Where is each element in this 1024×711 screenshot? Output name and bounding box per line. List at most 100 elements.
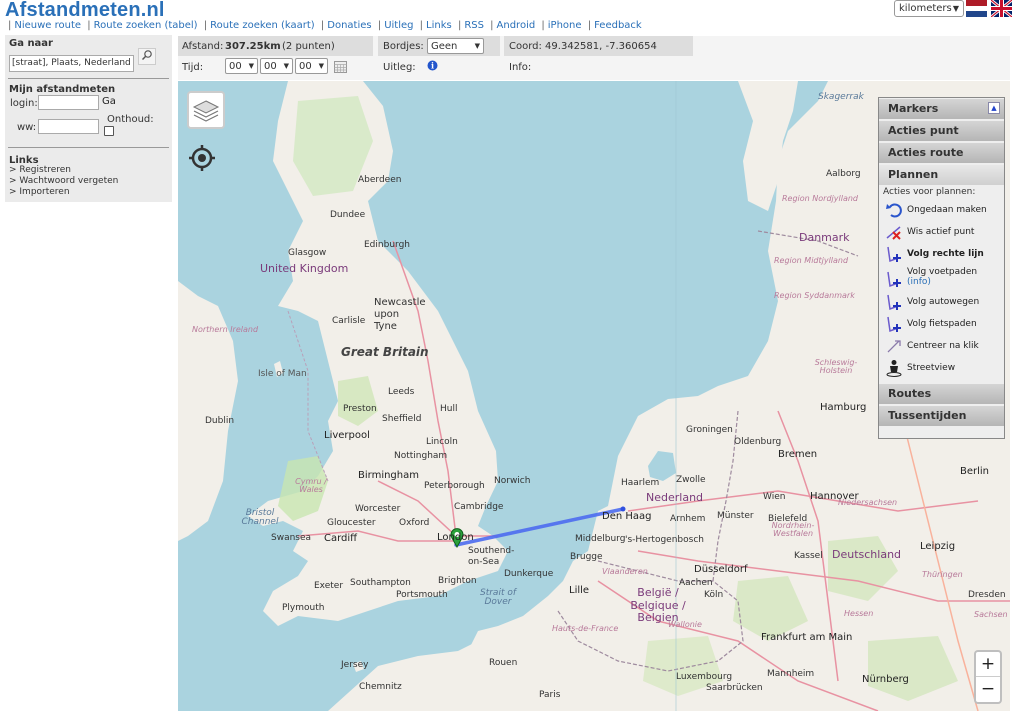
map-label: Danmark bbox=[799, 231, 850, 244]
map-label: Chemnitz bbox=[359, 682, 402, 692]
unit-select[interactable]: kilometers ▼ bbox=[894, 0, 964, 17]
link-register[interactable]: > Registreren bbox=[9, 165, 71, 175]
highway-action[interactable]: Volg autowegen bbox=[879, 291, 1004, 313]
time-seconds-select[interactable]: 00 ▼ bbox=[295, 58, 328, 74]
distance-value: 307.25km bbox=[225, 41, 281, 52]
map-label: Luxembourg bbox=[676, 672, 733, 682]
map-label: Southampton bbox=[350, 578, 411, 588]
map-label: Nordrhein-Westfalen bbox=[771, 521, 815, 538]
go-button[interactable]: Ga bbox=[102, 96, 116, 107]
map-label: Lille bbox=[569, 585, 590, 596]
explain-label: Uitleg: bbox=[383, 62, 416, 73]
map-label: Jersey bbox=[341, 660, 369, 670]
map-label: Peterborough bbox=[424, 481, 485, 491]
tussentijden-header[interactable]: Tussentijden bbox=[879, 406, 1004, 426]
map-label: Cambridge bbox=[454, 502, 504, 512]
plannen-header[interactable]: Plannen bbox=[879, 165, 1004, 185]
map-label: Northern Ireland bbox=[192, 325, 259, 334]
map-label: Cymru / Wales bbox=[295, 477, 327, 494]
info-label: Info: bbox=[509, 62, 532, 73]
calendar-icon[interactable] bbox=[334, 60, 347, 73]
info-icon[interactable]: i bbox=[427, 60, 438, 71]
undo-action[interactable]: Ongedaan maken bbox=[879, 199, 1004, 221]
remember-label: Onthoud: bbox=[107, 114, 154, 125]
map-label: Brugge bbox=[570, 552, 603, 562]
straight-line-icon bbox=[887, 246, 901, 263]
map-label: Berlin bbox=[960, 466, 990, 477]
nav-feedback[interactable]: Feedback bbox=[594, 20, 642, 31]
map-label: Norwich bbox=[494, 476, 531, 486]
time-minutes-select[interactable]: 00 ▼ bbox=[260, 58, 293, 74]
password-label: ww: bbox=[17, 122, 37, 133]
nav-android[interactable]: Android bbox=[497, 20, 536, 31]
time-hours-select[interactable]: 00 ▼ bbox=[225, 58, 258, 74]
layers-button[interactable] bbox=[187, 91, 225, 129]
acties-punt-header[interactable]: Acties punt bbox=[879, 121, 1004, 141]
map-label: Dresden bbox=[968, 590, 1006, 600]
nav-iphone[interactable]: iPhone bbox=[548, 20, 582, 31]
dutch-flag-icon[interactable] bbox=[966, 0, 987, 17]
map-label: Wallonie bbox=[668, 620, 702, 629]
site-logo[interactable]: Afstandmeten.nl bbox=[5, 0, 165, 22]
map-label: Nürnberg bbox=[862, 674, 909, 685]
map-label: Region Syddanmark bbox=[774, 291, 855, 300]
login-label: login: bbox=[10, 98, 38, 109]
zoom-in-button[interactable]: + bbox=[976, 652, 1000, 677]
zoom-out-button[interactable]: − bbox=[976, 677, 1000, 702]
link-forgot-password[interactable]: > Wachtwoord vergeten bbox=[9, 176, 118, 186]
map-label: Preston bbox=[343, 404, 377, 414]
routes-header[interactable]: Routes bbox=[879, 384, 1004, 404]
acties-route-header[interactable]: Acties route bbox=[879, 143, 1004, 163]
map-label: Brighton bbox=[438, 576, 477, 586]
uk-flag-icon[interactable] bbox=[991, 0, 1012, 17]
link-import[interactable]: > Importeren bbox=[9, 187, 70, 197]
collapse-up-icon[interactable]: ▲ bbox=[988, 102, 1000, 114]
bicycle-path-action[interactable]: Volg fietspaden bbox=[879, 313, 1004, 335]
distance-label: Afstand: bbox=[182, 41, 224, 52]
straight-line-action[interactable]: Volg rechte lijn bbox=[879, 243, 1004, 265]
map-label: Rouen bbox=[489, 658, 518, 668]
map-label: Oxford bbox=[399, 518, 430, 528]
map-label: Exeter bbox=[314, 581, 344, 591]
map-label: Paris bbox=[539, 690, 561, 700]
goto-search-input[interactable]: [straat], Plaats, Nederland bbox=[9, 55, 134, 72]
center-action[interactable]: Centreer na klik bbox=[879, 335, 1004, 357]
nav-links[interactable]: Links bbox=[426, 20, 452, 31]
nav-route-map[interactable]: Route zoeken (kaart) bbox=[210, 20, 315, 31]
signs-select[interactable]: Geen ▼ bbox=[427, 38, 484, 54]
footpath-action[interactable]: Volg voetpaden (info) bbox=[879, 265, 1004, 291]
map-label: Plymouth bbox=[282, 603, 325, 613]
magnifier-icon[interactable] bbox=[138, 48, 156, 65]
footpath-info-link[interactable]: (info) bbox=[907, 277, 931, 287]
markers-header[interactable]: Markers ▲ bbox=[879, 99, 1004, 119]
nav-donations[interactable]: Donaties bbox=[327, 20, 371, 31]
pegman-icon bbox=[886, 360, 902, 377]
locate-button[interactable] bbox=[188, 144, 216, 172]
delete-point-action[interactable]: Wis actief punt bbox=[879, 221, 1004, 243]
map-label: Newcastle upon Tyne bbox=[374, 297, 426, 332]
login-input[interactable] bbox=[38, 95, 99, 110]
map-label: Saarbrücken bbox=[706, 683, 763, 693]
map-label: Region Midtjylland bbox=[774, 256, 849, 265]
map-label: Dundee bbox=[330, 210, 366, 220]
control-panel: Markers ▲ Acties punt Acties route Plann… bbox=[878, 97, 1005, 439]
remember-checkbox[interactable] bbox=[104, 126, 114, 136]
map-label: Hamburg bbox=[820, 402, 867, 413]
streetview-action[interactable]: Streetview bbox=[879, 357, 1004, 379]
account-title: Mijn afstandmeten bbox=[9, 84, 116, 95]
unit-select-value: kilometers bbox=[899, 3, 952, 14]
nav-route-table[interactable]: Route zoeken (tabel) bbox=[94, 20, 198, 31]
signs-label: Bordjes: bbox=[383, 41, 424, 52]
map-label: Zwolle bbox=[676, 475, 706, 485]
nav-rss[interactable]: RSS bbox=[464, 20, 484, 31]
nav-explain[interactable]: Uitleg bbox=[384, 20, 413, 31]
map-label: Liverpool bbox=[324, 430, 370, 441]
map-label: Carlisle bbox=[332, 316, 366, 326]
nav-new-route[interactable]: Nieuwe route bbox=[14, 20, 81, 31]
map-label: Great Britain bbox=[341, 345, 429, 359]
map-label: Worcester bbox=[355, 504, 401, 514]
password-input[interactable] bbox=[38, 119, 99, 134]
map-label: Lincoln bbox=[426, 437, 458, 447]
map-label: Portsmouth bbox=[396, 590, 448, 600]
map-label: Nederland bbox=[646, 491, 704, 504]
